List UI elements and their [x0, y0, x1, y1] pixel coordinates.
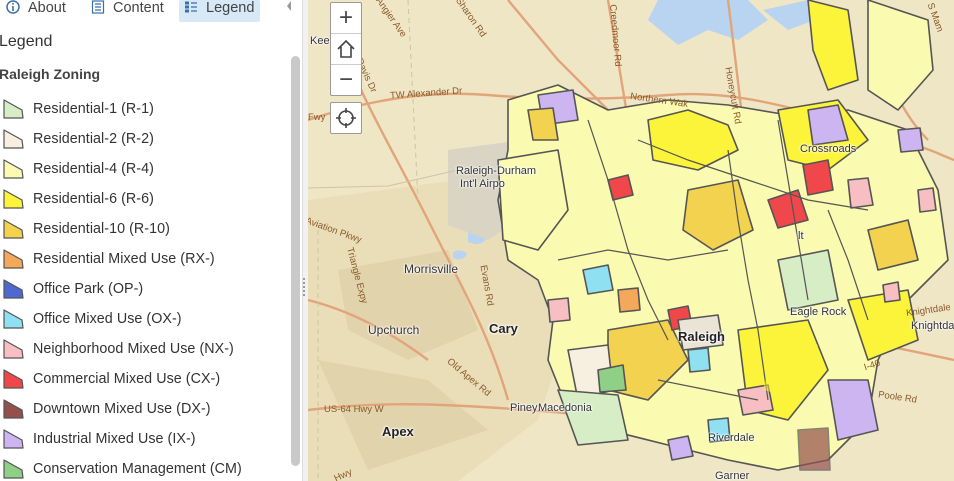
legend-item: Conservation Management (CM): [2, 457, 242, 481]
label-downtown: lt: [798, 230, 804, 242]
legend-item-label: Conservation Management (CM): [33, 461, 242, 477]
legend-item-label: Residential-1 (R-1): [33, 101, 154, 117]
legend-swatch-icon: [3, 219, 24, 239]
panel-tabs: About Content Legend: [0, 0, 292, 22]
legend-item: Residential-2 (R-2): [2, 127, 154, 151]
legend-swatch-icon: [3, 339, 24, 359]
label-macedonia: Macedonia: [538, 402, 592, 414]
label-garner: Garner: [715, 470, 750, 481]
home-icon: [337, 39, 355, 58]
map-view[interactable]: Kee Morrisville Cary Upchurch Apex Ralei…: [308, 0, 954, 481]
zoom-control: + −: [330, 2, 362, 96]
legend-item: Office Mixed Use (OX-): [2, 307, 182, 331]
tab-about[interactable]: About: [6, 0, 66, 22]
tab-legend[interactable]: Legend: [179, 0, 261, 22]
label-morrisville: Morrisville: [404, 262, 458, 276]
legend-swatch-icon: [3, 129, 24, 149]
tab-content-label: Content: [113, 0, 164, 16]
legend-item-label: Residential-2 (R-2): [33, 131, 154, 147]
label-airport-line1: Raleigh-Durham: [456, 165, 537, 177]
legend-item: Residential-6 (R-6): [2, 187, 154, 211]
legend-scrollbar[interactable]: [291, 56, 300, 466]
legend-swatch-icon: [3, 279, 24, 299]
splitter-grip-icon[interactable]: [303, 278, 305, 296]
label-crossroads: Crossroads: [800, 143, 857, 155]
legend-item-label: Office Mixed Use (OX-): [33, 311, 182, 327]
collapse-panel-icon[interactable]: [286, 0, 292, 12]
legend-item-label: Residential-6 (R-6): [33, 191, 154, 207]
legend-swatch-icon: [3, 189, 24, 209]
legend-swatch-icon: [3, 99, 24, 119]
locate-button[interactable]: [330, 102, 362, 134]
road-us64: US-64 Hwy W: [324, 404, 384, 415]
legend-swatch-icon: [3, 399, 24, 419]
legend-panel: About Content Legend Legend Raleigh Zoni…: [0, 0, 306, 481]
legend-item: Industrial Mixed Use (IX-): [2, 427, 196, 451]
legend-swatch-icon: [3, 309, 24, 329]
tab-about-label: About: [28, 0, 66, 16]
legend-item: Residential Mixed Use (RX-): [2, 247, 215, 271]
home-button[interactable]: [331, 34, 361, 65]
layer-title: Raleigh Zoning: [0, 66, 101, 82]
zoom-out-button[interactable]: −: [331, 65, 361, 95]
legend-item-label: Office Park (OP-): [33, 281, 144, 297]
legend-item-label: Residential-10 (R-10): [33, 221, 170, 237]
label-knightdale: Knightda: [911, 320, 954, 332]
legend-item: Commercial Mixed Use (CX-): [2, 367, 220, 391]
legend-heading: Legend: [0, 33, 53, 50]
label-riverdale: Riverdale: [708, 432, 755, 444]
legend-swatch-icon: [3, 459, 24, 479]
label-apex: Apex: [382, 424, 414, 439]
label-raleigh: Raleigh: [678, 329, 725, 344]
legend-swatch-icon: [3, 249, 24, 269]
legend-item: Downtown Mixed Use (DX-): [2, 397, 211, 421]
legend-item: Residential-10 (R-10): [2, 217, 170, 241]
legend-item-label: Residential Mixed Use (RX-): [33, 251, 215, 267]
zoom-in-button[interactable]: +: [331, 3, 361, 34]
label-piney: Piney: [510, 402, 538, 414]
legend-item: Residential-4 (R-4): [2, 157, 154, 181]
basemap: [308, 0, 954, 481]
legend-swatch-icon: [3, 369, 24, 389]
legend-item: Residential-1 (R-1): [2, 97, 154, 121]
tab-content[interactable]: Content: [91, 0, 164, 22]
tab-legend-label: Legend: [206, 0, 255, 16]
label-cary: Cary: [489, 321, 518, 336]
info-icon: [6, 0, 20, 14]
legend-swatch-icon: [3, 429, 24, 449]
label-airport-line2: Int'l Airpo: [460, 178, 505, 190]
road-fwy: Fwy: [308, 112, 326, 123]
label-keeney: Kee: [310, 35, 330, 47]
legend-item-label: Industrial Mixed Use (IX-): [33, 431, 196, 447]
legend-item-label: Commercial Mixed Use (CX-): [33, 371, 221, 387]
legend-item: Office Park (OP-): [2, 277, 143, 301]
content-list-icon: [91, 0, 105, 14]
legend-item-label: Downtown Mixed Use (DX-): [33, 401, 211, 417]
legend-swatch-icon: [3, 159, 24, 179]
label-upchurch: Upchurch: [368, 323, 420, 337]
legend-item: Neighborhood Mixed Use (NX-): [2, 337, 234, 361]
legend-item-label: Residential-4 (R-4): [33, 161, 154, 177]
legend-item-label: Neighborhood Mixed Use (NX-): [33, 341, 234, 357]
label-eagle-rock: Eagle Rock: [790, 306, 847, 318]
locate-icon: [336, 108, 356, 128]
legend-icon: [185, 1, 197, 13]
